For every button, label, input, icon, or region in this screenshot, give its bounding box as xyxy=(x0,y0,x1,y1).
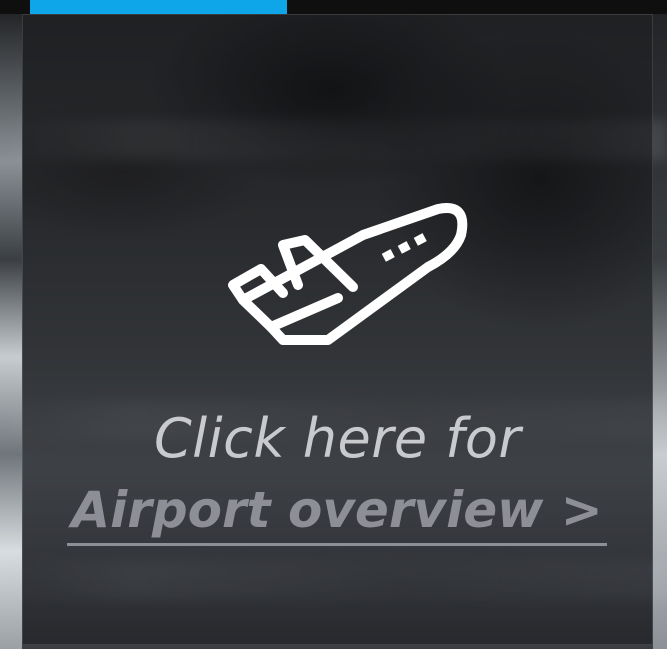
background-right-edge xyxy=(653,0,667,649)
airport-overview-link[interactable]: Airport overview > xyxy=(67,481,607,546)
airport-tile-background: Click here for Airport overview > xyxy=(0,0,667,649)
airplane-takeoff-icon xyxy=(228,203,468,345)
accent-bar xyxy=(30,0,287,14)
background-left-edge xyxy=(0,0,22,649)
tile-caption: Click here for xyxy=(153,407,522,470)
airport-overview-tile[interactable]: Click here for Airport overview > xyxy=(22,14,653,645)
